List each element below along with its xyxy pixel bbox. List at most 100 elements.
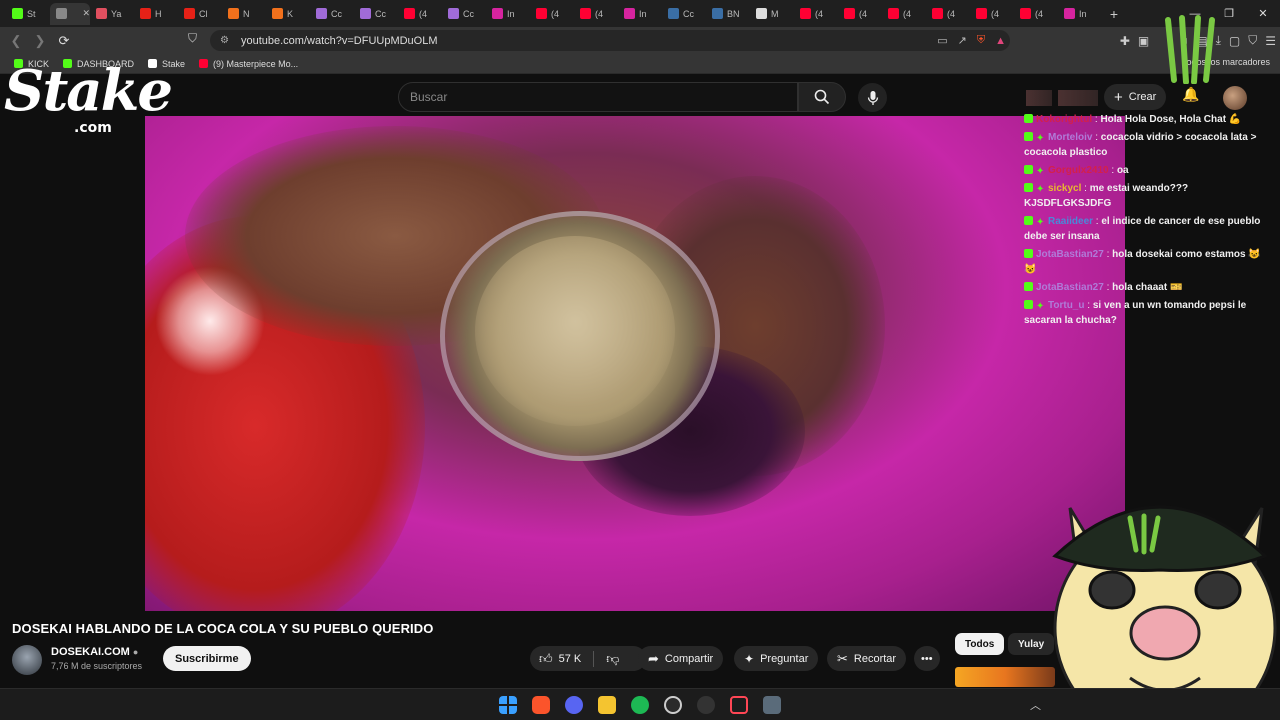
tab-label: (4 [1035, 8, 1044, 19]
browser-tab[interactable]: K [266, 3, 310, 25]
kick-badge-icon [1024, 282, 1033, 291]
tab-favicon-icon [316, 8, 327, 19]
chat-separator: : [1108, 165, 1117, 176]
clip-button[interactable]: ✂ Recortar [827, 646, 907, 671]
chat-username: JotaBastian27 [1036, 249, 1104, 260]
like-button[interactable]: 👍︎ 57 K [539, 651, 581, 667]
browser-tab[interactable]: H [134, 3, 178, 25]
divider [593, 650, 595, 667]
sub-badge-icon: ✦ [1036, 301, 1045, 312]
video-player[interactable] [145, 116, 1125, 611]
forward-icon[interactable]: ❯ [28, 29, 52, 53]
tab-favicon-icon [536, 8, 547, 19]
close-window-icon[interactable]: ✕ [1246, 0, 1280, 27]
tab-favicon-icon [1020, 8, 1031, 19]
ask-button[interactable]: ✦ Preguntar [734, 646, 819, 671]
channel-avatar[interactable] [12, 645, 42, 675]
wallet-icon[interactable]: ▢ [1229, 34, 1240, 48]
browser-tab[interactable]: ✕ [50, 2, 90, 25]
brave-rewards-icon[interactable]: ▲ [995, 35, 1006, 47]
tab-strip: St ✕ Ya H Cl N K Cc Cc (4 Cc In (4 (4 In Cc BN M (4 (4 (4 (4 (… [0, 0, 1280, 27]
create-button[interactable]: + Crear [1104, 84, 1167, 110]
tray-chevron-icon[interactable]: ︿ [1030, 697, 1041, 713]
sub-badge-icon: ✦ [1036, 217, 1045, 228]
tab-favicon-icon [580, 8, 591, 19]
tab-label: (4 [859, 8, 868, 19]
browser-tab[interactable]: (4 [1014, 3, 1058, 25]
windows-start-icon[interactable] [499, 696, 517, 714]
browser-tab[interactable]: St [6, 3, 50, 25]
browser-tab[interactable]: Ya [90, 3, 134, 25]
omnibox-actions: ▭ ↗ ⛨ ▲ [937, 30, 1006, 51]
address-bar[interactable]: ⚙ youtube.com/watch?v=DFUUpMDuOLM ▭ ↗ ⛨ … [210, 30, 1010, 51]
steam-icon[interactable] [664, 696, 682, 714]
cast-icon[interactable]: ▭ [937, 34, 947, 47]
tab-label: St [27, 8, 36, 19]
share-button[interactable]: ➦ Compartir [638, 646, 724, 671]
share-icon[interactable]: ↗ [958, 34, 967, 47]
browser-tab[interactable]: Cc [310, 3, 354, 25]
user-avatar[interactable] [1223, 86, 1247, 110]
dislike-button[interactable]: 👎︎ [600, 651, 619, 667]
brave-icon[interactable] [532, 696, 550, 714]
subscribe-button[interactable]: Suscribirme [163, 646, 251, 671]
tab-label: (4 [991, 8, 1000, 19]
browser-tab[interactable]: (4 [882, 3, 926, 25]
browser-tab[interactable]: (4 [970, 3, 1014, 25]
browser-tab[interactable]: (4 [574, 3, 618, 25]
bookmark-icon[interactable]: ⛉ [188, 31, 197, 46]
chip-todos[interactable]: Todos [955, 633, 1005, 655]
browser-tab[interactable]: Cc [354, 3, 398, 25]
spotify-icon[interactable] [631, 696, 649, 714]
tab-label: (4 [419, 8, 428, 19]
vpn-icon[interactable]: ⛉ [1248, 33, 1257, 48]
chat-username: Tortu_u [1048, 300, 1085, 311]
bookmark-item[interactable]: (9) Masterpiece Mo... [199, 59, 298, 69]
clip-label: Recortar [853, 652, 897, 665]
extensions-icon[interactable]: ✚ [1120, 34, 1130, 48]
monster-logo-icon [1165, 15, 1215, 84]
like-count: 57 K [558, 652, 582, 665]
menu-icon[interactable]: ☰ [1265, 34, 1276, 48]
reload-icon[interactable]: ⟳ [52, 29, 76, 53]
brave-shield-icon[interactable]: ⛨ [977, 34, 985, 47]
close-tab-icon[interactable]: ✕ [82, 8, 90, 19]
site-info-icon[interactable]: ⚙ [220, 35, 229, 46]
reader-icon[interactable]: ▣ [1138, 34, 1149, 48]
valorant-icon[interactable] [730, 696, 748, 714]
chat-text: hola chaaat 🎫 [1112, 282, 1183, 293]
browser-tab[interactable]: In [486, 3, 530, 25]
file-explorer-icon[interactable] [598, 696, 616, 714]
new-tab-button[interactable]: + [1102, 6, 1126, 22]
browser-tab[interactable]: N [222, 3, 266, 25]
chat-message: ✦ sickycl : me estai weando??? KJSDFLGKSJ… [1018, 181, 1263, 211]
notifications-icon[interactable]: 🔔 [1182, 86, 1199, 103]
stake-logo-text: Stake [4, 58, 173, 124]
search-button[interactable] [798, 82, 846, 112]
back-icon[interactable]: ❮ [4, 29, 28, 53]
browser-tab[interactable]: Cc [442, 3, 486, 25]
browser-tab[interactable]: (4 [926, 3, 970, 25]
discord-icon[interactable] [565, 696, 583, 714]
browser-tab[interactable]: (4 [530, 3, 574, 25]
browser-tab[interactable]: (4 [794, 3, 838, 25]
channel-name[interactable]: DOSEKAI.COM ● [51, 646, 138, 658]
browser-tab[interactable]: BN [706, 3, 750, 25]
tab-favicon-icon [756, 8, 767, 19]
browser-tab[interactable]: Cl [178, 3, 222, 25]
voice-search-button[interactable] [858, 83, 887, 112]
browser-tab[interactable]: (4 [398, 3, 442, 25]
sub-badge-icon: ✦ [1036, 184, 1045, 195]
chat-username: Kokorightul [1036, 114, 1093, 125]
more-actions-button[interactable]: ••• [914, 646, 940, 671]
calculator-icon[interactable] [763, 696, 781, 714]
kick-badge-icon [1024, 300, 1033, 309]
browser-tab[interactable]: Cc [662, 3, 706, 25]
browser-tab[interactable]: In [618, 3, 662, 25]
chat-message: JotaBastian27 : hola dosekai como estamo… [1018, 247, 1263, 277]
search-input[interactable]: Buscar [398, 82, 798, 112]
browser-tab[interactable]: M [750, 3, 794, 25]
app-icon[interactable] [697, 696, 715, 714]
browser-tab[interactable]: In [1058, 3, 1102, 25]
browser-tab[interactable]: (4 [838, 3, 882, 25]
